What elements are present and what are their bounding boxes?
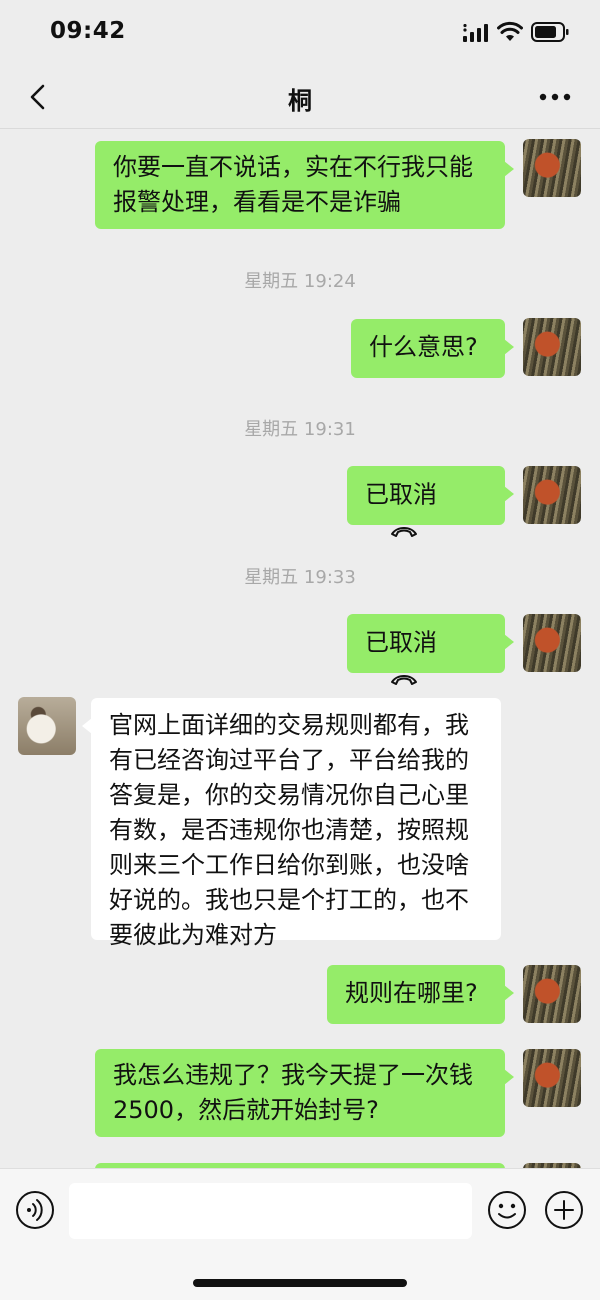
message-text: 规则在哪里? bbox=[345, 979, 478, 1007]
plus-icon[interactable] bbox=[544, 1190, 584, 1230]
call-status-text: 已取消 bbox=[365, 628, 437, 657]
hangup-phone-icon bbox=[391, 674, 417, 685]
home-indicator bbox=[193, 1279, 407, 1287]
message-bubble-sent[interactable]: 规则在哪里? bbox=[327, 965, 514, 1024]
timestamp: 星期五 19:33 bbox=[244, 567, 356, 588]
signal-icon bbox=[463, 24, 488, 42]
battery-icon bbox=[531, 22, 569, 42]
message-text: 则来三个工作日给你到账，也没啥 bbox=[109, 851, 469, 879]
chat-title: 桐 bbox=[288, 87, 312, 115]
status-bar: 09:42 bbox=[0, 0, 600, 64]
avatar-me[interactable] bbox=[523, 466, 581, 524]
avatar-me[interactable] bbox=[523, 318, 581, 376]
more-dots-icon[interactable] bbox=[536, 84, 574, 110]
message-text: 答复是，你的交易情况你自己心里 bbox=[109, 781, 469, 809]
avatar-me[interactable] bbox=[523, 1049, 581, 1107]
message-text: 有已经咨询过平台了，平台给我的 bbox=[109, 746, 469, 774]
call-status-text: 已取消 bbox=[365, 480, 437, 509]
avatar-contact[interactable] bbox=[18, 697, 76, 755]
emoji-icon[interactable] bbox=[487, 1190, 527, 1230]
message-text: 你要一直不说话，实在不行我只能 bbox=[113, 153, 473, 181]
voice-icon[interactable] bbox=[15, 1190, 55, 1230]
message-list[interactable]: 你要一直不说话，实在不行我只能 报警处理，看看是不是诈骗 星期五 19:24 什… bbox=[0, 129, 600, 1169]
message-input[interactable] bbox=[69, 1183, 472, 1239]
wifi-icon bbox=[497, 21, 523, 41]
input-bar bbox=[0, 1168, 600, 1300]
timestamp: 星期五 19:31 bbox=[244, 419, 356, 440]
avatar-me[interactable] bbox=[523, 965, 581, 1023]
message-text: 2500，然后就开始封号? bbox=[113, 1096, 379, 1124]
message-bubble-received[interactable]: 官网上面详细的交易规则都有，我 有已经咨询过平台了，平台给我的 答复是，你的交易… bbox=[82, 698, 501, 949]
message-bubble-sent[interactable]: 你要一直不说话，实在不行我只能 报警处理，看看是不是诈骗 bbox=[95, 141, 514, 229]
message-bubble-sent[interactable]: 什么意思? bbox=[351, 319, 514, 378]
message-text: 什么意思? bbox=[369, 333, 478, 361]
timestamp: 星期五 19:24 bbox=[244, 271, 356, 292]
status-time: 09:42 bbox=[50, 18, 126, 44]
message-text: 要彼此为难对方 bbox=[109, 921, 277, 949]
avatar-me[interactable] bbox=[523, 614, 581, 672]
message-bubble-sent[interactable]: 我怎么违规了？我今天提了一次钱 2500，然后就开始封号? bbox=[95, 1049, 514, 1137]
message-text: 有数，是否违规你也清楚，按照规 bbox=[109, 816, 469, 844]
message-text: 报警处理，看看是不是诈骗 bbox=[113, 188, 401, 216]
message-text: 我怎么违规了？我今天提了一次钱 bbox=[113, 1061, 473, 1089]
chat-header: 桐 bbox=[0, 64, 600, 129]
hangup-phone-icon bbox=[391, 526, 417, 537]
call-record-bubble[interactable]: 已取消 bbox=[347, 466, 514, 537]
call-record-bubble[interactable]: 已取消 bbox=[347, 614, 514, 685]
message-text: 好说的。我也只是个打工的，也不 bbox=[109, 886, 469, 914]
message-text: 官网上面详细的交易规则都有，我 bbox=[109, 711, 469, 739]
avatar-me[interactable] bbox=[523, 139, 581, 197]
